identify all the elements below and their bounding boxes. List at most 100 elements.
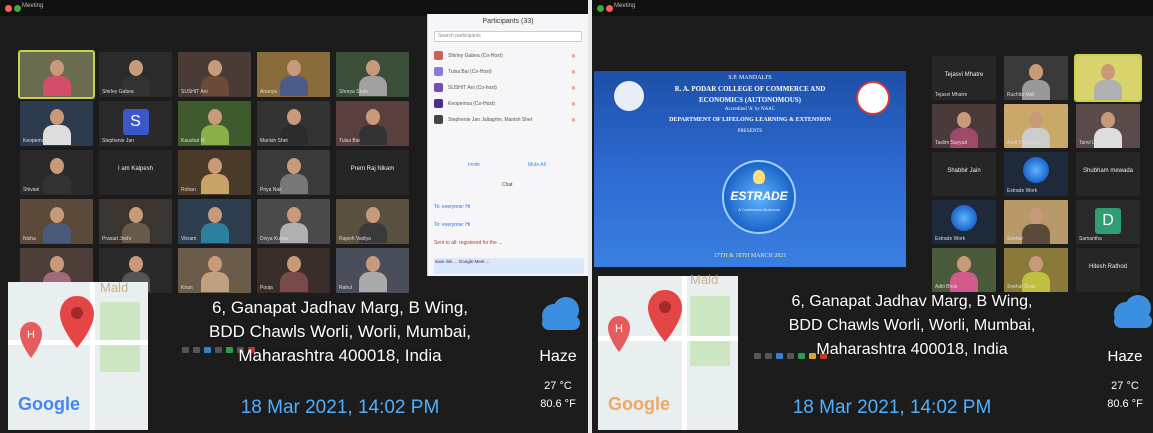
record-indicator-icon xyxy=(606,5,613,12)
video-tile[interactable]: SUSHIT Ani xyxy=(178,52,251,97)
video-tile[interactable]: Snehal Shah xyxy=(1004,248,1068,292)
video-tile[interactable]: Hitesh Rathod xyxy=(1076,248,1140,292)
video-tile[interactable]: Kiran xyxy=(178,248,251,293)
video-tile[interactable]: Ananya xyxy=(257,52,330,97)
video-tile[interactable]: Divya Kumar xyxy=(257,199,330,244)
video-tile[interactable] xyxy=(18,50,95,99)
video-tile[interactable]: Tanvi Dabholkar xyxy=(1076,104,1140,148)
address-line: BDD Chawls Worli, Worli, Mumbai, xyxy=(209,322,471,341)
shared-screen-slide: S.P. MANDALI'S R. A. PODAR COLLEGE OF CO… xyxy=(594,71,906,267)
participant-name-label: Aarti Chauhan xyxy=(1007,140,1039,146)
video-tile[interactable]: Kaushal M xyxy=(178,101,251,146)
muted-mic-icon[interactable]: ✕ xyxy=(571,53,576,60)
right-zoom-screenshot: Meeting S.P. MANDALI'S R. A. PODAR COLLE… xyxy=(592,0,1153,433)
participant-name-label: Tulsa Bai xyxy=(339,138,360,144)
video-tile[interactable]: Aarti Chauhan xyxy=(1004,104,1068,148)
muted-mic-icon[interactable]: ✕ xyxy=(571,69,576,76)
participant-name-label: Manish Shet xyxy=(260,138,288,144)
estrade-logo-icon xyxy=(951,205,977,231)
right-window-titlebar: Meeting xyxy=(592,0,1153,16)
participant-body xyxy=(279,272,308,292)
participant-row[interactable]: Stephenie Jan Jaltagrim, Manish Shet ✕ xyxy=(428,112,588,128)
slide-line: S.P. MANDALI'S xyxy=(728,75,772,81)
invite-button[interactable]: Invite xyxy=(468,162,480,168)
map-label: Mald xyxy=(690,272,719,287)
estrade-subtitle: A Conference Business xyxy=(738,207,780,212)
participant-face xyxy=(207,207,222,223)
video-tile[interactable]: Rajesh Vaidya xyxy=(336,199,409,244)
video-tile[interactable]: Ruchita Mali xyxy=(1004,56,1068,100)
participant-name-label: Rajesh Vaidya xyxy=(339,236,371,242)
mute-all-button[interactable]: Mute All xyxy=(528,162,546,168)
participant-face xyxy=(286,256,301,272)
video-tile[interactable]: Estrade Work xyxy=(932,200,996,244)
video-tile[interactable]: Tulsa Bai xyxy=(336,101,409,146)
muted-mic-icon[interactable]: ✕ xyxy=(571,101,576,108)
participant-face xyxy=(128,60,143,76)
video-tile[interactable]: Shirley Gabea xyxy=(99,52,172,97)
participant-body xyxy=(200,125,229,145)
muted-mic-icon[interactable]: ✕ xyxy=(571,85,576,92)
participant-avatar xyxy=(434,83,443,92)
video-tile[interactable]: Keopemsa xyxy=(20,101,93,146)
video-tile[interactable]: Prasad Joshi xyxy=(99,199,172,244)
participant-body xyxy=(42,223,71,243)
participant-face xyxy=(365,256,380,272)
video-tile[interactable]: Manish Shet xyxy=(257,101,330,146)
close-window-icon[interactable] xyxy=(5,5,12,12)
video-tile[interactable]: Shubham mewada xyxy=(1076,152,1140,196)
participant-name-label: Taslim Sayyad xyxy=(935,140,968,146)
participant-name-label: Nisha xyxy=(23,236,36,242)
participant-name: Keopemsa (Co-Host) xyxy=(448,101,495,107)
avatar-letter: D xyxy=(1095,208,1121,234)
video-tile[interactable]: I am Kalpesh xyxy=(99,150,172,195)
hotel-pin-icon: H xyxy=(608,316,630,352)
temperature-celsius: 27 °C xyxy=(1111,380,1139,392)
participant-name-label: Keopemsa xyxy=(23,138,47,144)
video-tile[interactable]: Priya Nair xyxy=(257,150,330,195)
muted-mic-icon[interactable]: ✕ xyxy=(571,117,576,124)
participant-body xyxy=(279,76,308,96)
estrade-title: ESTRADE xyxy=(730,189,788,203)
participant-face xyxy=(365,109,380,125)
participant-name: Tulsa Bai (Co-Host) xyxy=(448,69,492,75)
video-tile[interactable]: Aditi Bhoir xyxy=(932,248,996,292)
participants-search-input[interactable]: Search participants xyxy=(434,31,582,42)
video-tile[interactable]: Shivani xyxy=(20,150,93,195)
participant-face xyxy=(286,207,301,223)
video-tile[interactable]: Tejasvi Mhatre Tejasvi Mhatre xyxy=(932,56,996,100)
video-tile[interactable]: S Stephenie Jan xyxy=(99,101,172,146)
video-tile[interactable]: Nisha xyxy=(20,199,93,244)
participant-body xyxy=(42,76,71,96)
participant-row[interactable]: Shirley Gabea (Co-Host) ✕ xyxy=(428,48,588,64)
video-tile[interactable]: Rohan xyxy=(178,150,251,195)
video-tile[interactable]: Shreya Shah xyxy=(336,52,409,97)
participants-list: Shirley Gabea (Co-Host) ✕ Tulsa Bai (Co-Ho… xyxy=(428,48,588,128)
participant-row[interactable]: Tulsa Bai (Co-Host) ✕ xyxy=(428,64,588,80)
participant-row[interactable]: SUSHIT Ani (Co-host) ✕ xyxy=(428,80,588,96)
video-tile[interactable]: Vikram xyxy=(178,199,251,244)
video-tile[interactable]: Prem Raj Nikam xyxy=(336,150,409,195)
participant-name-display: Tejasvi Mhatre xyxy=(944,72,984,78)
participant-face xyxy=(207,109,222,125)
video-tile[interactable]: Shabbir Jain xyxy=(932,152,996,196)
participant-body xyxy=(1022,224,1050,244)
video-tile[interactable]: Taslim Sayyad xyxy=(932,104,996,148)
participant-face xyxy=(1101,64,1115,80)
video-tile[interactable]: Snehal xyxy=(1004,200,1068,244)
bulb-icon xyxy=(753,170,765,184)
video-tile[interactable]: Pooja xyxy=(257,248,330,293)
svg-text:H: H xyxy=(27,329,35,341)
video-tile[interactable]: Estrade Work xyxy=(1004,152,1068,196)
video-tile[interactable]: Rahul xyxy=(336,248,409,293)
participant-row[interactable]: Keopemsa (Co-Host) ✕ xyxy=(428,96,588,112)
participant-name-label: Snehal xyxy=(1007,236,1023,242)
chat-message: Sent to all: registered for the ... xyxy=(434,240,503,246)
left-zoom-screenshot: Meeting Shirley Gabea SUSHIT Ani Ananya Shr… xyxy=(0,0,588,433)
svg-text:H: H xyxy=(615,323,623,335)
participant-face xyxy=(128,207,143,223)
video-tile[interactable]: D Samantha xyxy=(1076,200,1140,244)
participant-face xyxy=(1029,208,1043,224)
chat-input[interactable]: save link ... Google Meet ... xyxy=(434,258,584,274)
video-tile[interactable] xyxy=(1074,54,1142,102)
